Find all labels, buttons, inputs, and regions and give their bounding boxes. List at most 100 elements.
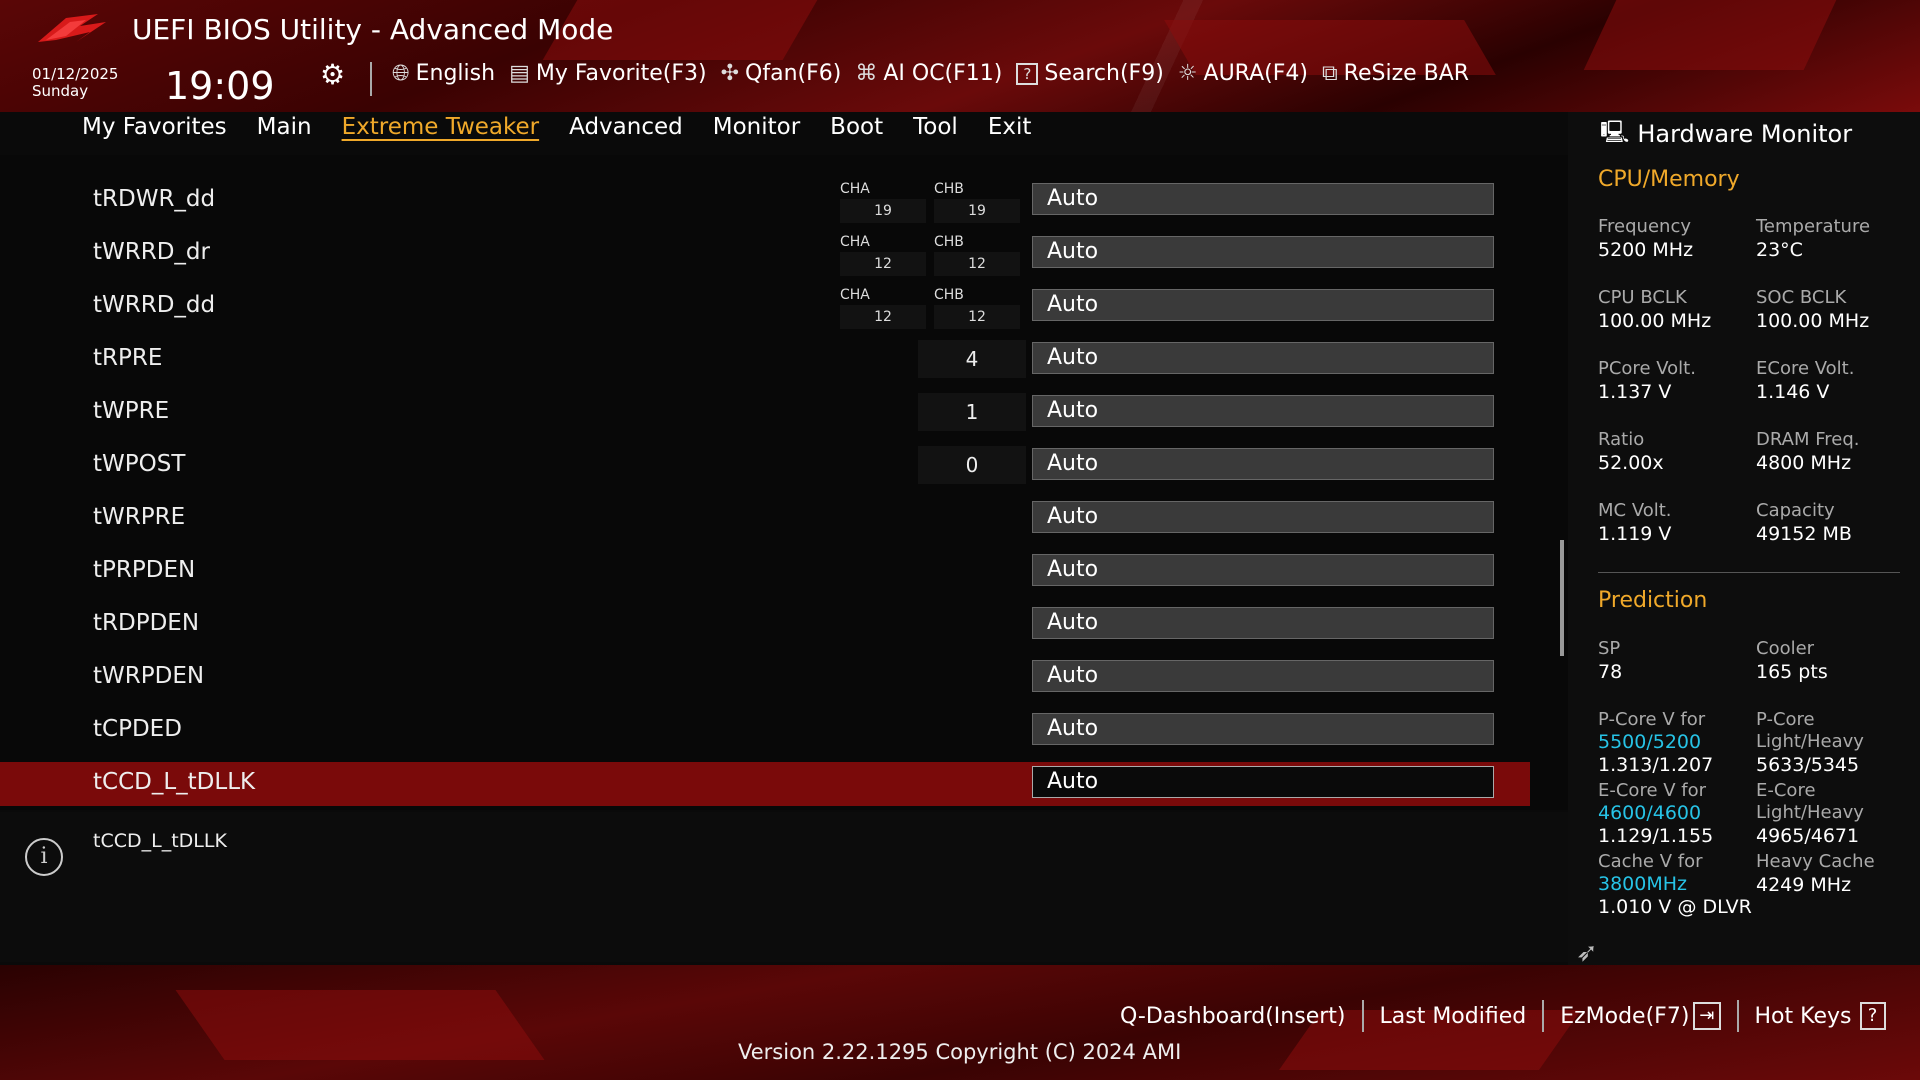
q-dashboard-button[interactable]: Q-Dashboard(Insert) [1120, 1004, 1346, 1029]
hot-keys-button[interactable]: Hot Keys ? [1755, 1002, 1886, 1030]
setting-row-twpre[interactable]: tWPRE 1 Auto [0, 391, 1530, 435]
day-text: Sunday [32, 82, 89, 100]
stat-target: 4600/4600 [1598, 802, 1702, 824]
setting-value-dropdown[interactable]: Auto [1032, 713, 1494, 745]
cha-label: CHA [840, 287, 870, 303]
monitor-icon: 🖳︎ [1600, 120, 1630, 145]
search-button[interactable]: ? Search(F9) [1016, 61, 1164, 86]
qfan-label: Qfan(F6) [745, 61, 842, 86]
tab-boot[interactable]: Boot [830, 114, 883, 140]
cha-value-box: CHA 12 [840, 232, 926, 276]
setting-value-dropdown[interactable]: Auto [1032, 448, 1494, 480]
pcore-light-heavy-prediction: P-Core Light/Heavy 5633/5345 [1756, 709, 1864, 777]
ecore-light-heavy-prediction: E-Core Light/Heavy 4965/4671 [1756, 780, 1864, 848]
stat-label: Ratio [1598, 429, 1645, 450]
sp-stat: SP 78 [1598, 638, 1622, 684]
setting-value-dropdown[interactable]: Auto [1032, 289, 1494, 321]
setting-row-trdwr-dd[interactable]: tRDWR_dd CHA 19 CHB 19 Auto [0, 179, 1530, 223]
setting-label: tRPRE [93, 345, 163, 371]
setting-row-twrpden[interactable]: tWRPDEN Auto [0, 656, 1530, 700]
setting-value-dropdown[interactable]: Auto [1032, 607, 1494, 639]
chb-value-box: CHB 12 [934, 232, 1020, 276]
tab-advanced[interactable]: Advanced [569, 114, 683, 140]
setting-label: tWRRD_dr [93, 239, 210, 265]
tab-monitor[interactable]: Monitor [713, 114, 800, 140]
qfan-button[interactable]: ✣ Qfan(F6) [721, 61, 842, 86]
stat-value: 1.119 V [1598, 523, 1672, 545]
resize-bar-button[interactable]: ⧉ ReSize BAR [1322, 61, 1469, 86]
tab-extreme-tweaker[interactable]: Extreme Tweaker [342, 114, 540, 140]
chb-label: CHB [934, 287, 964, 303]
stat-label: MC Volt. [1598, 500, 1672, 521]
hardware-monitor-title: 🖳︎ Hardware Monitor [1600, 115, 1852, 153]
stat-value: 165 pts [1756, 661, 1828, 683]
setting-value-dropdown[interactable]: Auto [1032, 501, 1494, 533]
cpu-memory-heading: CPU/Memory [1598, 167, 1740, 192]
resize-bar-icon: ⧉ [1321, 61, 1338, 86]
scrollbar-thumb[interactable] [1560, 540, 1564, 656]
stat-label: ECore Volt. [1756, 358, 1855, 379]
setting-value-dropdown[interactable]: Auto [1032, 183, 1494, 215]
stat-label: SOC BCLK [1756, 287, 1847, 308]
tab-my-favorites[interactable]: My Favorites [82, 114, 227, 140]
setting-row-twpost[interactable]: tWPOST 0 Auto [0, 444, 1530, 488]
setting-value-dropdown[interactable]: Auto [1032, 766, 1494, 798]
tab-exit[interactable]: Exit [988, 114, 1032, 140]
setting-row-twrrd-dd[interactable]: tWRRD_dd CHA 12 CHB 12 Auto [0, 285, 1530, 329]
setting-row-trdpden[interactable]: tRDPDEN Auto [0, 603, 1530, 647]
pcore-v-prediction: P-Core V for 5500/5200 1.313/1.207 [1598, 709, 1713, 777]
date-text: 01/12/2025 [32, 65, 119, 83]
aura-button[interactable]: ☼ AURA(F4) [1178, 61, 1308, 86]
stat-label: Heavy Cache [1756, 851, 1875, 872]
stat-value: 100.00 MHz [1756, 310, 1870, 332]
clock-time: 19:09 [165, 64, 275, 108]
favorite-list-icon: ▤ [509, 61, 530, 86]
stat-value: 23°C [1756, 239, 1803, 261]
ezmode-button[interactable]: EzMode(F7) ⇥ [1560, 1002, 1721, 1030]
footer-decoration [175, 990, 545, 1060]
setting-row-tccd-l-tdllk[interactable]: tCCD_L_tDLLK Auto [0, 762, 1530, 806]
gear-icon[interactable]: ⚙ [320, 58, 345, 91]
cha-label: CHA [840, 234, 870, 250]
dram-freq-stat: DRAM Freq. 4800 MHz [1756, 429, 1859, 475]
main-menu: My Favorites Main Extreme Tweaker Advanc… [82, 114, 1031, 140]
my-favorite-label: My Favorite(F3) [535, 61, 707, 86]
mc-volt-stat: MC Volt. 1.119 V [1598, 500, 1672, 546]
stat-value: 1.129/1.155 [1598, 825, 1714, 847]
toolbar-divider [370, 62, 372, 96]
setting-row-twrrd-dr[interactable]: tWRRD_dr CHA 12 CHB 12 Auto [0, 232, 1530, 276]
setting-value-dropdown[interactable]: Auto [1032, 236, 1494, 268]
setting-label: tWPRE [93, 398, 170, 424]
my-favorite-button[interactable]: ▤ My Favorite(F3) [509, 61, 707, 86]
cha-label: CHA [840, 181, 870, 197]
ai-oc-button[interactable]: ⌘ AI OC(F11) [855, 61, 1002, 86]
cache-v-prediction: Cache V for 3800MHz 1.010 V @ DLVR [1598, 851, 1752, 919]
ai-oc-label: AI OC(F11) [883, 61, 1003, 86]
tab-tool[interactable]: Tool [913, 114, 958, 140]
last-modified-button[interactable]: Last Modified [1380, 1004, 1527, 1029]
setting-value-dropdown[interactable]: Auto [1032, 395, 1494, 427]
ecore-v-prediction: E-Core V for 4600/4600 1.129/1.155 [1598, 780, 1713, 848]
ratio-stat: Ratio 52.00x [1598, 429, 1664, 475]
setting-value-dropdown[interactable]: Auto [1032, 554, 1494, 586]
current-value-box: 1 [918, 393, 1026, 431]
setting-value-dropdown[interactable]: Auto [1032, 342, 1494, 374]
stat-label: Light/Heavy [1756, 802, 1864, 823]
stat-value: 1.313/1.207 [1598, 754, 1714, 776]
resize-bar-label: ReSize BAR [1343, 61, 1470, 86]
language-button[interactable]: 🌐︎ English [392, 61, 495, 86]
tab-main[interactable]: Main [257, 114, 312, 140]
frequency-stat: Frequency 5200 MHz [1598, 216, 1693, 262]
setting-row-tcpded[interactable]: tCPDED Auto [0, 709, 1530, 753]
setting-value-dropdown[interactable]: Auto [1032, 660, 1494, 692]
ecore-volt-stat: ECore Volt. 1.146 V [1756, 358, 1854, 404]
setting-row-tprpden[interactable]: tPRPDEN Auto [0, 550, 1530, 594]
cha-value-box: CHA 12 [840, 285, 926, 329]
setting-row-twrpre[interactable]: tWRPRE Auto [0, 497, 1530, 541]
stat-value: 1.146 V [1756, 381, 1830, 403]
chb-value-box: CHB 19 [934, 179, 1020, 223]
footer-actions: Q-Dashboard(Insert) Last Modified EzMode… [1120, 1000, 1886, 1032]
setting-row-trpre[interactable]: tRPRE 4 Auto [0, 338, 1530, 382]
language-label: English [415, 61, 496, 86]
stat-label: CPU BCLK [1598, 287, 1687, 308]
